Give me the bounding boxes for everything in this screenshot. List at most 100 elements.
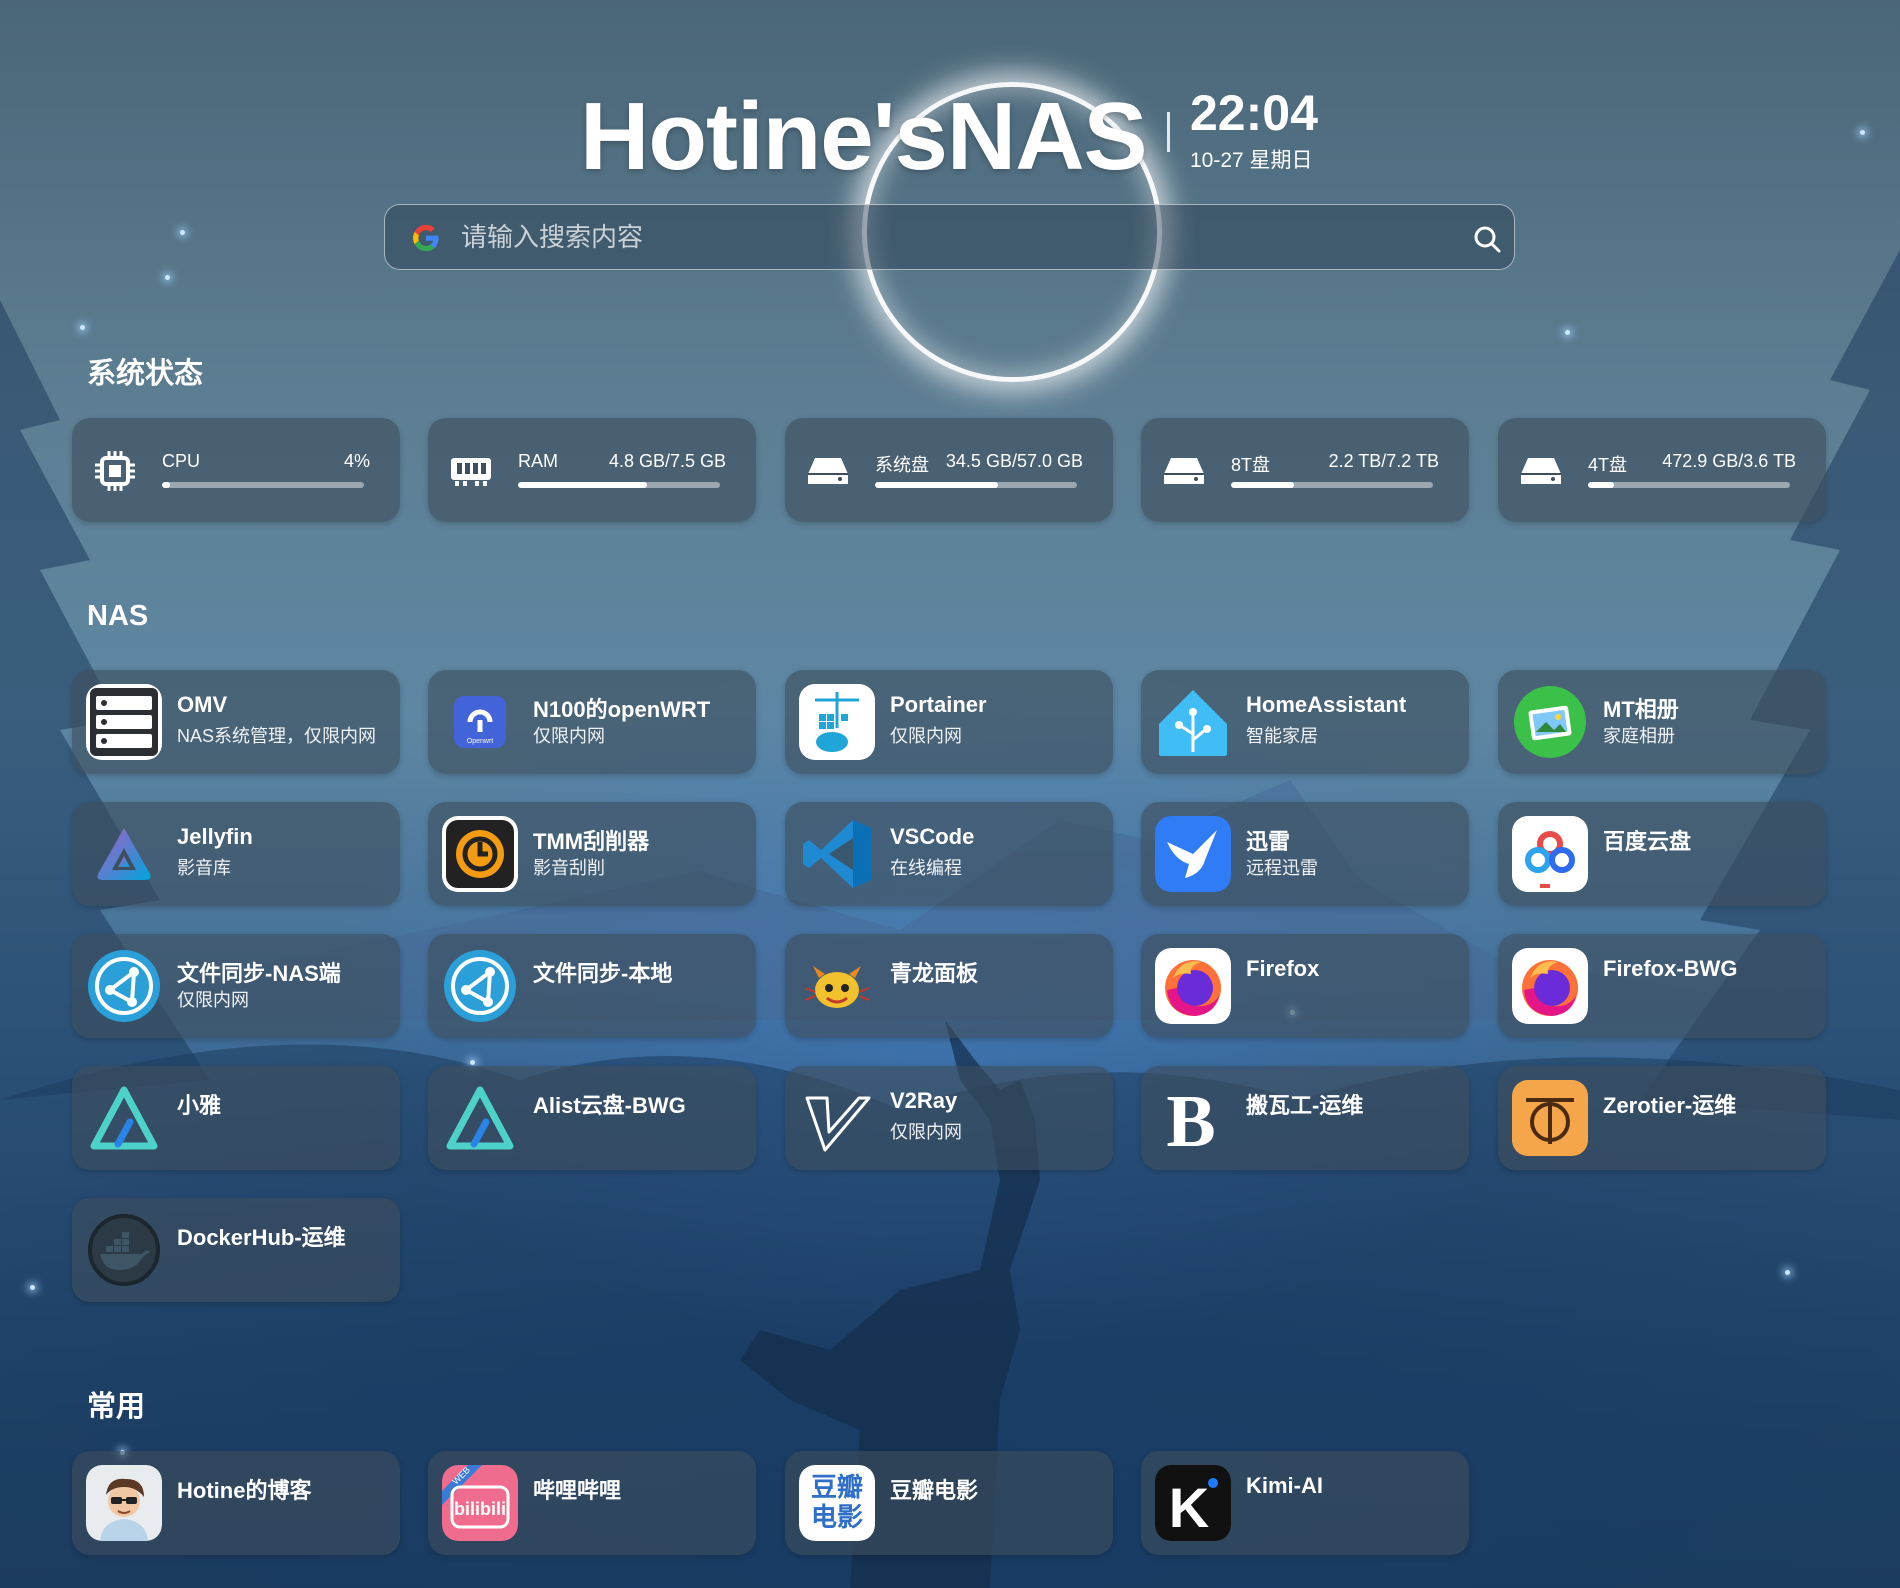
app-card-v2ray[interactable]: V2Ray 仅限内网 [785,1066,1113,1170]
svg-text:Openwrt: Openwrt [467,738,494,745]
app-name: V2Ray [890,1088,958,1113]
usage-bar [875,482,1077,488]
usage-bar-fill [1231,482,1294,488]
docker-icon [86,1212,162,1288]
app-card-mt-album[interactable]: MT相册 家庭相册 [1498,670,1826,774]
app-card-dockerhub[interactable]: DockerHub-运维 [72,1198,400,1302]
status-value: 472.9 GB/3.6 TB [1662,451,1796,471]
app-name: VSCode [890,824,975,849]
app-card-baidu-netdisk[interactable]: 百度云盘 [1498,802,1826,906]
status-card-ram: RAM 4.8 GB/7.5 GB [428,418,756,522]
app-name: TMM刮削器 [533,829,650,854]
app-card-bandwagon[interactable]: B 搬瓦工-运维 [1141,1066,1469,1170]
app-card-bilibili[interactable]: WEB bilibili 哔哩哔哩 [428,1451,756,1555]
section-title-status: 系统状态 [87,358,204,390]
app-desc: 远程迅雷 [1246,858,1318,878]
clock-date: 10-27 星期日 [1190,149,1313,172]
jellyfin-icon [86,816,162,892]
status-value: 4.8 GB/7.5 GB [608,451,726,471]
homeassistant-icon [1155,684,1231,760]
douban-icon: 豆瓣电影 [799,1465,875,1541]
disk-icon [1521,458,1561,484]
app-name: Firefox-BWG [1603,956,1738,981]
app-card-sync-local[interactable]: 文件同步-本地 [428,934,756,1038]
app-card-alist-bwg[interactable]: Alist云盘-BWG [428,1066,756,1170]
v2ray-icon [799,1080,875,1156]
app-card-omv[interactable]: OMV NAS系统管理，仅限内网 [72,670,400,774]
app-card-blog[interactable]: Hotine的博客 [72,1451,400,1555]
app-name: Hotine的博客 [177,1478,312,1503]
app-name: Jellyfin [177,824,253,849]
sync-icon [86,948,162,1024]
usage-bar-fill [1588,482,1615,488]
status-label: RAM [518,451,558,471]
app-name: Kimi-AI [1246,1473,1323,1498]
app-name: N100的openWRT [533,697,711,722]
usage-bar-fill [162,482,171,488]
status-card-system-disk: 系统盘 34.5 GB/57.0 GB [785,418,1113,522]
app-desc: 仅限内网 [890,726,962,746]
app-name: 青龙面板 [890,961,979,986]
app-name: 文件同步-本地 [533,961,673,986]
app-desc: 在线编程 [890,858,962,878]
app-card-qinglong[interactable]: 青龙面板 [785,934,1113,1038]
status-card-cpu: CPU 4% [72,418,400,522]
app-card-portainer[interactable]: Portainer 仅限内网 [785,670,1113,774]
app-card-jellyfin[interactable]: Jellyfin 影音库 [72,802,400,906]
app-name: 豆瓣电影 [890,1478,979,1503]
usage-bar [162,482,364,488]
app-card-zerotier[interactable]: Zerotier-运维 [1498,1066,1826,1170]
bandwagon-icon: B [1155,1080,1231,1156]
app-name: 哔哩哔哩 [533,1478,622,1503]
svg-text:K: K [1169,1476,1209,1539]
search-bar[interactable] [384,204,1515,270]
usage-bar [1588,482,1790,488]
app-name: 小雅 [177,1093,222,1118]
app-card-douban[interactable]: 豆瓣电影 豆瓣电影 [785,1451,1113,1555]
status-value: 34.5 GB/57.0 GB [945,451,1083,471]
app-name: Zerotier-运维 [1603,1093,1737,1118]
status-card-8t-disk: 8T盘 2.2 TB/7.2 TB [1141,418,1469,522]
app-desc: 影音刮削 [533,858,605,878]
app-card-openwrt[interactable]: Openwrt N100的openWRT 仅限内网 [428,670,756,774]
app-name: 搬瓦工-运维 [1246,1093,1364,1118]
app-name: 文件同步-NAS端 [177,961,341,986]
alist-icon [86,1080,162,1156]
app-card-firefox-bwg[interactable]: Firefox-BWG [1498,934,1826,1038]
thunder-icon [1155,816,1231,892]
app-name: OMV [177,692,228,717]
app-card-tmm[interactable]: TMM刮削器 影音刮削 [428,802,756,906]
alist-icon [442,1080,518,1156]
app-desc: 仅限内网 [177,990,249,1010]
app-card-xiaoya[interactable]: 小雅 [72,1066,400,1170]
section-title-common: 常用 [87,1391,146,1423]
app-desc: 仅限内网 [533,726,605,746]
search-input[interactable] [461,205,1411,269]
app-card-thunder[interactable]: 迅雷 远程迅雷 [1141,802,1469,906]
svg-text:B: B [1166,1081,1215,1156]
openwrt-icon: Openwrt [442,684,518,760]
app-card-sync-nas[interactable]: 文件同步-NAS端 仅限内网 [72,934,400,1038]
search-icon[interactable] [1471,223,1503,255]
app-name: MT相册 [1603,697,1679,722]
usage-bar-fill [875,482,999,488]
status-label: 8T盘 [1231,455,1271,475]
clock-time: 22:04 [1190,85,1318,141]
app-desc: 影音库 [177,858,231,878]
google-icon[interactable] [411,223,441,253]
qinglong-icon [799,948,875,1024]
app-card-firefox[interactable]: Firefox [1141,934,1469,1038]
app-card-kimi[interactable]: K Kimi-AI [1141,1451,1469,1555]
app-card-vscode[interactable]: VSCode 在线编程 [785,802,1113,906]
disk-icon [1164,458,1204,484]
firefox-icon [1512,948,1588,1024]
zerotier-icon [1512,1080,1588,1156]
sync-icon [442,948,518,1024]
site-title: Hotine'sNAS [580,83,1148,190]
app-card-homeassistant[interactable]: HomeAssistant 智能家居 [1141,670,1469,774]
cpu-icon [95,451,135,491]
status-label: 4T盘 [1588,455,1628,475]
omv-icon [86,684,162,760]
app-name: Alist云盘-BWG [533,1093,686,1118]
app-desc: 家庭相册 [1603,726,1675,746]
